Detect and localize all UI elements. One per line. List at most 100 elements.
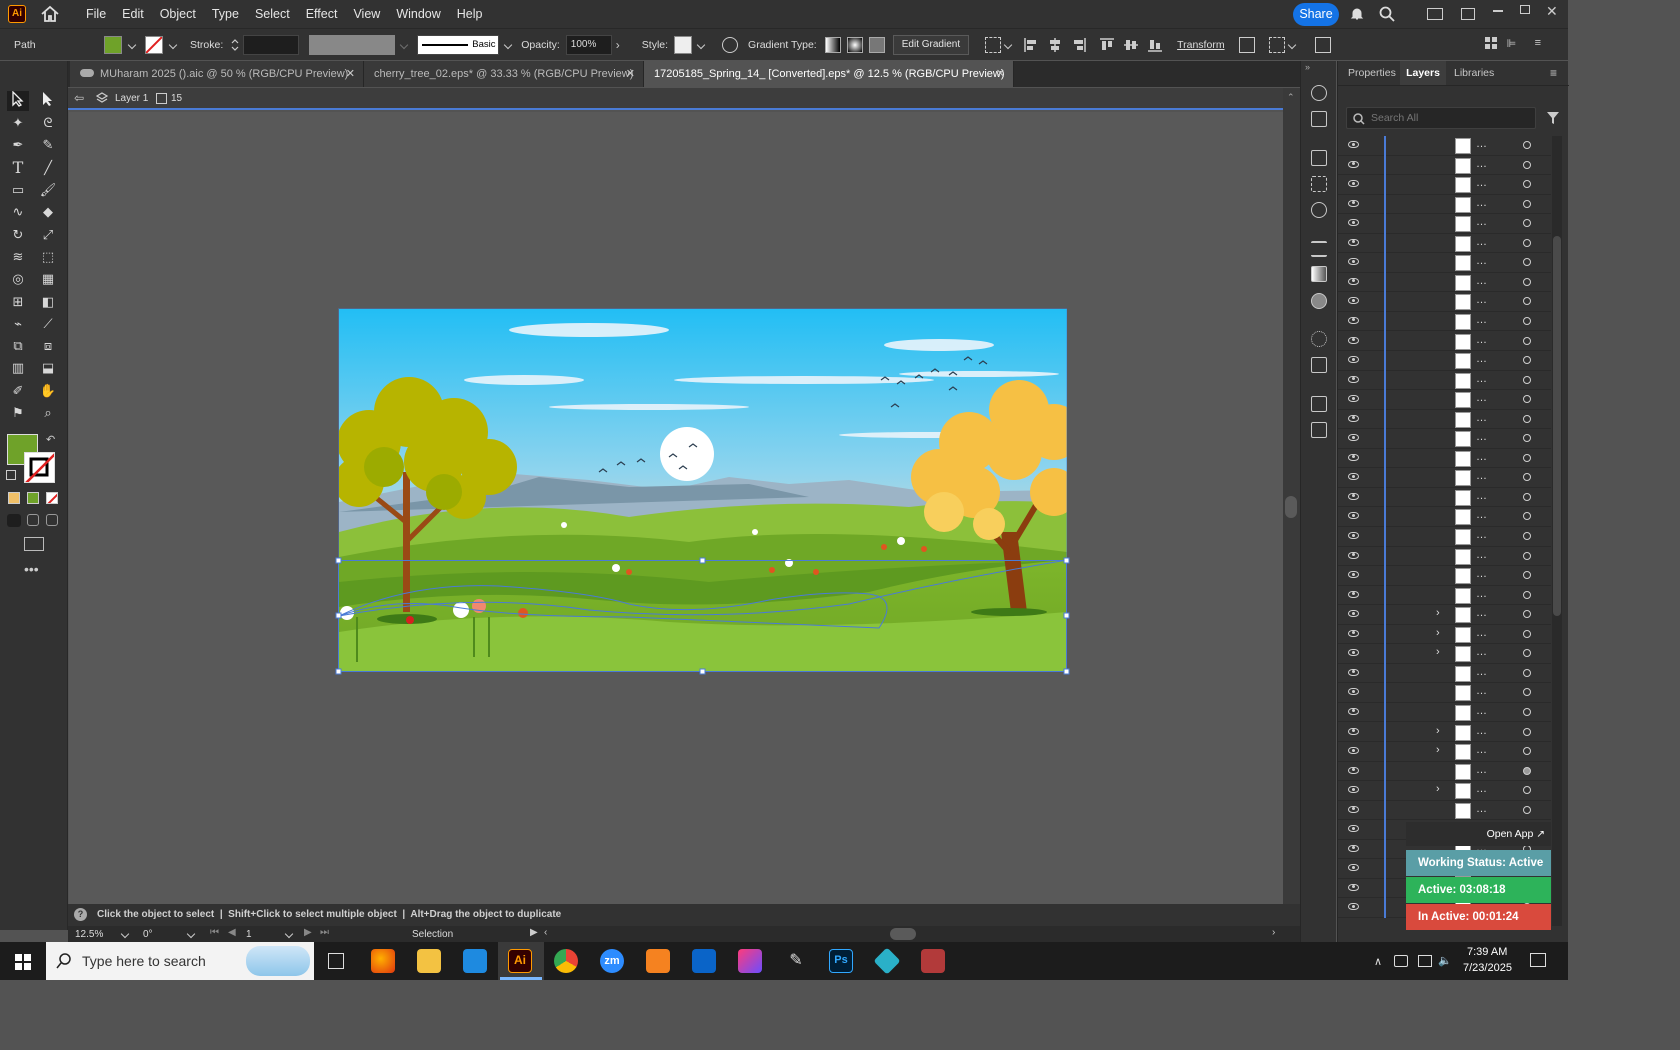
visibility-eye-icon[interactable] [1348,395,1359,403]
style-dropdown-icon[interactable] [696,40,706,50]
menu-help[interactable]: Help [449,7,491,21]
scale-tool-icon[interactable]: ⤢ [37,225,59,245]
layer-name-ellipsis-icon[interactable]: … [1476,803,1487,815]
menu-select[interactable]: Select [247,7,298,21]
target-circle-icon[interactable] [1523,610,1531,619]
layer-row[interactable]: … [1338,585,1551,606]
layers-scroll-thumb[interactable] [1553,236,1561,616]
graphic-styles-icon[interactable] [1311,357,1327,373]
print-tiling-icon[interactable]: ⚑ [7,403,29,423]
layer-row[interactable]: … [1338,311,1551,332]
visibility-eye-icon[interactable] [1348,434,1359,442]
workspace-icon[interactable] [1427,8,1443,20]
visibility-eye-icon[interactable] [1348,141,1359,148]
pen-app-icon[interactable]: ✎ [784,949,808,973]
target-circle-icon[interactable] [1523,395,1531,404]
eraser-icon[interactable]: ◆ [37,202,59,222]
stroke-swatch[interactable] [145,35,163,54]
align-bottom-icon[interactable] [1147,37,1163,53]
visibility-eye-icon[interactable] [1348,668,1359,676]
layer-row[interactable]: ›… [1338,781,1551,802]
target-circle-icon[interactable] [1523,219,1531,228]
canvas-vertical-scrollbar[interactable]: ⌃ ⌄ [1283,88,1300,928]
magic-wand-icon[interactable]: ✦ [7,113,29,133]
collapse-panels-icon[interactable]: » [1305,62,1310,72]
linear-gradient-icon[interactable] [824,36,841,53]
layers-search-input[interactable] [1371,111,1521,125]
menu-file[interactable]: File [78,7,114,21]
visibility-eye-icon[interactable] [1348,297,1359,305]
rotation-dropdown-icon[interactable] [186,929,196,939]
layer-name-ellipsis-icon[interactable]: … [1476,373,1487,385]
visibility-eye-icon[interactable] [1348,883,1359,891]
eyedropper-icon[interactable]: ⌁ [7,314,29,334]
target-circle-icon[interactable] [1523,356,1531,365]
tab-libraries[interactable]: Libraries [1454,61,1514,85]
next-artboard-icon[interactable]: ▶ [304,927,312,938]
gradient-mode-icon[interactable] [27,492,39,504]
variable-width-profile[interactable] [309,34,396,55]
warp-tool-icon[interactable]: ≋ [7,247,29,267]
layer-row[interactable]: … [1338,800,1551,821]
visibility-eye-icon[interactable] [1348,258,1359,266]
target-circle-icon[interactable] [1523,297,1531,306]
tab-layers[interactable]: Layers [1400,61,1446,85]
perspective-grid-icon[interactable]: ▦ [37,269,59,289]
align-top-icon[interactable] [1099,37,1115,53]
style-swatch[interactable] [674,35,693,54]
vscode-icon[interactable] [463,949,487,973]
firefox-icon[interactable] [371,949,395,973]
target-circle-icon[interactable] [1523,532,1531,540]
visibility-eye-icon[interactable] [1348,160,1359,168]
layer-name-ellipsis-icon[interactable]: … [1476,607,1487,619]
close-tab-icon[interactable]: ✕ [996,61,1005,87]
stroke-panel-icon[interactable] [1311,241,1327,257]
tab-spring[interactable]: 17205185_Spring_14_ [Converted].eps* @ 1… [644,61,1014,87]
scroll-thumb[interactable] [1285,496,1297,518]
layer-name-ellipsis-icon[interactable]: … [1476,314,1487,326]
scroll-left-icon[interactable]: ‹ [544,927,547,938]
layer-row[interactable]: … [1338,331,1551,352]
help-icon[interactable]: ? [74,908,87,921]
layer-row[interactable]: … [1338,429,1551,450]
scroll-right-icon[interactable]: › [1272,927,1275,938]
visibility-eye-icon[interactable] [1348,747,1359,755]
layer-name-ellipsis-icon[interactable]: … [1476,392,1487,404]
layer-name-ellipsis-icon[interactable]: … [1476,294,1487,306]
visibility-eye-icon[interactable] [1348,356,1359,364]
curvature-tool-icon[interactable]: ✎ [37,135,59,155]
target-circle-icon[interactable] [1523,277,1531,286]
layer-name-ellipsis-icon[interactable]: … [1476,588,1487,600]
layer-row[interactable]: … [1338,390,1551,411]
notifications-icon[interactable] [1530,953,1546,967]
visibility-eye-icon[interactable] [1348,551,1359,559]
fill-swatch[interactable] [104,35,122,54]
visibility-eye-icon[interactable] [1348,571,1359,579]
taskbar-search[interactable]: Type here to search [46,942,314,980]
task-view-icon[interactable] [328,953,344,969]
layer-row[interactable]: ›… [1338,644,1551,665]
default-colors-icon[interactable] [6,470,16,480]
expand-chevron-icon[interactable]: › [1436,627,1440,639]
visibility-eye-icon[interactable] [1348,727,1359,735]
network-icon[interactable] [1418,955,1432,967]
expand-chevron-icon[interactable]: › [1436,725,1440,737]
expand-chevron-icon[interactable]: › [1436,646,1440,658]
layer-name-ellipsis-icon[interactable]: … [1476,412,1487,424]
rectangle-tool-icon[interactable]: ▭ [7,180,29,200]
layer-row[interactable]: ›… [1338,624,1551,645]
target-circle-icon[interactable] [1523,258,1531,267]
layer-name-ellipsis-icon[interactable]: … [1476,197,1487,209]
target-circle-icon[interactable] [1523,551,1531,560]
target-circle-icon[interactable] [1523,160,1531,169]
close-tab-icon[interactable]: ✕ [626,61,635,87]
color-panel-icon[interactable] [1311,85,1327,101]
edit-gradient-button[interactable]: Edit Gradient [892,34,970,55]
target-circle-icon[interactable] [1523,180,1531,189]
visibility-eye-icon[interactable] [1348,492,1359,500]
target-circle-icon[interactable] [1523,512,1531,521]
menu-effect[interactable]: Effect [298,7,346,21]
stroke-color-swatch[interactable] [24,452,55,483]
selection-tool-icon[interactable] [7,90,29,111]
opacity-field[interactable]: 100% [565,34,612,55]
